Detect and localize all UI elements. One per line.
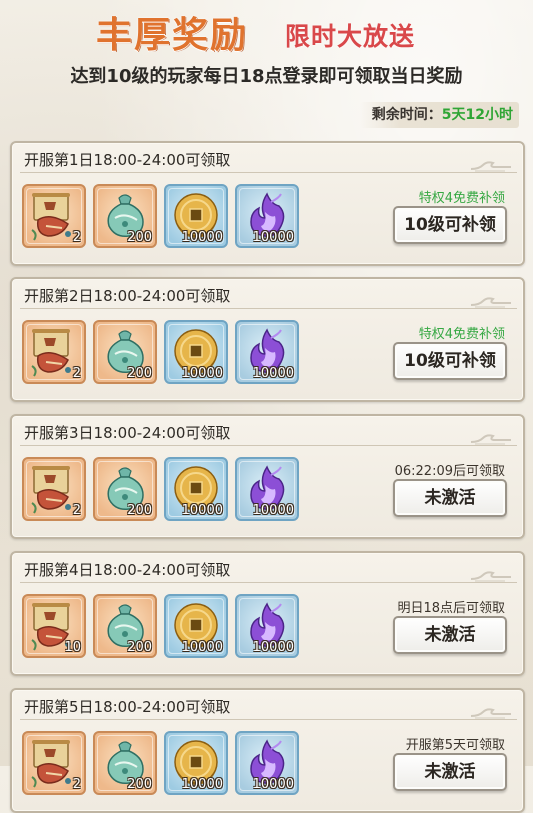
reward-item-slot[interactable]: 10000 [235,320,299,384]
reward-card-title: 开服第4日18:00-24:00可领取 [24,561,231,579]
claim-button[interactable]: 未激活 [393,753,507,791]
item-quantity: 2 [72,366,81,381]
reward-item-slot[interactable]: 200 [93,184,157,248]
remaining-time: 剩余时间：5天12小时 [359,102,519,128]
claim-button[interactable]: 10级可补领 [393,342,507,380]
reward-card-header: 开服第3日18:00-24:00可领取 [20,421,517,446]
reward-item-slot[interactable]: 10000 [235,184,299,248]
item-quantity: 10000 [252,366,294,381]
claim-button[interactable]: 10级可补领 [393,206,507,244]
reward-card-day-1: 开服第1日18:00-24:00可领取 2 200 10000 10000 特权4免费补领… [10,141,525,266]
item-quantity: 200 [127,640,152,655]
reward-item-slot[interactable]: 200 [93,731,157,795]
item-quantity: 10000 [252,640,294,655]
reward-card-title: 开服第1日18:00-24:00可领取 [24,151,231,169]
item-quantity: 10000 [252,777,294,792]
claim-status: 开服第5天可领取 [405,738,505,753]
cloud-ornament-icon [469,433,513,445]
reward-card-day-2: 开服第2日18:00-24:00可领取 2 200 10000 10000 特权4免费补领… [10,277,525,402]
claim-button[interactable]: 未激活 [393,616,507,654]
claim-button[interactable]: 未激活 [393,479,507,517]
reward-card-title: 开服第5日18:00-24:00可领取 [24,698,231,716]
reward-item-slot[interactable]: 10000 [164,184,228,248]
cloud-ornament-icon [469,296,513,308]
item-quantity: 2 [72,230,81,245]
event-tagline: 限时大放送 [285,22,416,51]
claim-status: 06:22:09后可领取 [394,464,505,479]
reward-card-day-3: 开服第3日18:00-24:00可领取 2 200 10000 10000 06:22:0… [10,414,525,539]
reward-item-slot[interactable]: 10000 [164,320,228,384]
reward-item-slot[interactable]: 2 [22,184,86,248]
item-quantity: 200 [127,366,152,381]
cloud-ornament-icon [469,570,513,582]
reward-item-slot[interactable]: 200 [93,457,157,521]
reward-item-slot[interactable]: 10000 [164,731,228,795]
reward-item-slot[interactable]: 10000 [164,594,228,658]
cloud-ornament-icon [469,160,513,172]
reward-item-slot[interactable]: 10000 [235,594,299,658]
reward-card-day-4: 开服第4日18:00-24:00可领取 10 200 10000 10000 明日18点后… [10,551,525,676]
item-quantity: 10000 [252,230,294,245]
item-quantity: 10000 [252,503,294,518]
reward-item-slot[interactable]: 10 [22,594,86,658]
reward-item-slot[interactable]: 10000 [235,731,299,795]
reward-card-header: 开服第1日18:00-24:00可领取 [20,148,517,173]
reward-card-day-5: 开服第5日18:00-24:00可领取 2 200 10000 10000 开服第5天可领… [10,688,525,813]
reward-card-title: 开服第2日18:00-24:00可领取 [24,287,231,305]
cloud-ornament-icon [469,707,513,719]
item-quantity: 10 [64,640,81,655]
remaining-time-label: 剩余时间： [371,107,442,123]
item-quantity: 10000 [181,777,223,792]
reward-item-slot[interactable]: 10000 [235,457,299,521]
claim-status: 明日18点后可领取 [397,601,505,616]
item-quantity: 200 [127,230,152,245]
item-quantity: 200 [127,503,152,518]
reward-item-slot[interactable]: 200 [93,320,157,384]
item-quantity: 2 [72,503,81,518]
event-description: 达到10级的玩家每日18点登录即可领取当日奖励 [70,66,463,87]
item-quantity: 200 [127,777,152,792]
item-quantity: 10000 [181,366,223,381]
event-title: 丰厚奖励 [96,14,249,56]
reward-item-slot[interactable]: 200 [93,594,157,658]
item-quantity: 10000 [181,503,223,518]
reward-item-slot[interactable]: 2 [22,731,86,795]
item-quantity: 2 [72,777,81,792]
reward-card-title: 开服第3日18:00-24:00可领取 [24,424,231,442]
reward-item-slot[interactable]: 2 [22,320,86,384]
remaining-time-value: 5天12小时 [441,107,513,123]
claim-status: 特权4免费补领 [418,327,505,342]
reward-card-header: 开服第5日18:00-24:00可领取 [20,695,517,720]
event-header: 丰厚奖励 限时大放送 达到10级的玩家每日18点登录即可领取当日奖励 剩余时间：… [0,0,533,136]
item-quantity: 10000 [181,640,223,655]
reward-card-header: 开服第2日18:00-24:00可领取 [20,284,517,309]
reward-item-slot[interactable]: 10000 [164,457,228,521]
reward-item-slot[interactable]: 2 [22,457,86,521]
item-quantity: 10000 [181,230,223,245]
claim-status: 特权4免费补领 [418,191,505,206]
reward-card-header: 开服第4日18:00-24:00可领取 [20,558,517,583]
